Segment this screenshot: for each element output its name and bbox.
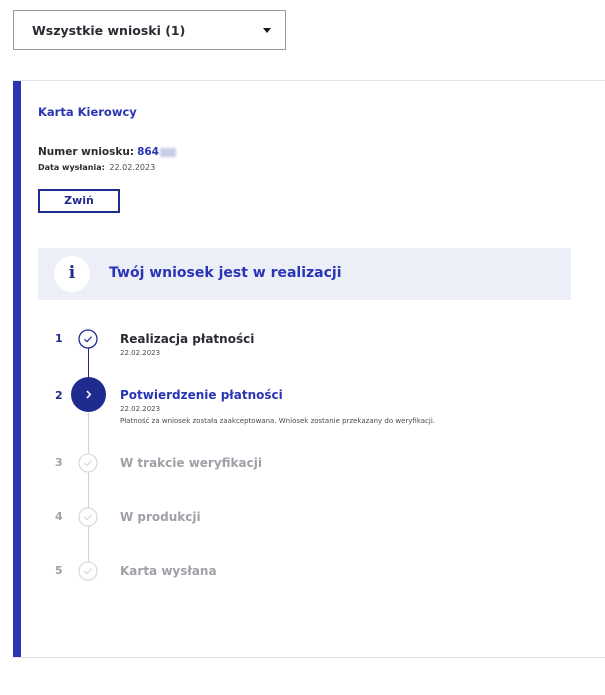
step-title: Potwierdzenie płatności (120, 388, 283, 402)
step-title: Realizacja płatności (120, 332, 255, 346)
sent-date-value: 22.02.2023 (109, 163, 156, 172)
step-number: 3 (55, 456, 63, 469)
check-icon (78, 453, 98, 473)
divider (13, 657, 605, 658)
collapse-button[interactable]: Zwiń (38, 189, 120, 213)
check-icon (78, 329, 98, 349)
check-icon (78, 507, 98, 527)
step-date: 22.02.2023 (120, 405, 161, 413)
step-number: 1 (55, 332, 63, 345)
status-banner: i Twój wniosek jest w realizacji (38, 248, 571, 300)
application-number-label: Numer wniosku: (38, 146, 135, 158)
status-banner-text: Twój wniosek jest w realizacji (109, 265, 342, 281)
application-number-row: Numer wniosku: 864 (38, 146, 176, 158)
step-number: 2 (55, 389, 63, 402)
sent-date-label: Data wysłania: (38, 163, 105, 172)
step-connector (88, 526, 89, 562)
application-card: Karta Kierowcy Numer wniosku: 864 Data wy… (13, 81, 605, 657)
step-connector (88, 472, 89, 508)
caret-down-icon (263, 28, 271, 33)
step-description: Płatność za wniosek została zaakceptowan… (120, 417, 436, 425)
info-icon: i (54, 256, 90, 292)
redacted-number (159, 147, 176, 157)
step-title: W trakcie weryfikacji (120, 456, 262, 470)
application-number-value: 864 (137, 146, 159, 158)
info-icon-glyph: i (68, 263, 76, 283)
step-number: 5 (55, 564, 63, 577)
step-title: Karta wysłana (120, 564, 217, 578)
card-title: Karta Kierowcy (38, 105, 137, 119)
applications-filter-select[interactable]: Wszystkie wnioski (1) (13, 10, 286, 50)
step-title: W produkcji (120, 510, 201, 524)
step-connector (88, 413, 89, 453)
step-date: 22.02.2023 (120, 349, 161, 357)
sent-date-row: Data wysłania: 22.02.2023 (38, 163, 155, 172)
chevron-right-icon (71, 377, 106, 412)
filter-select-label: Wszystkie wnioski (1) (32, 23, 186, 38)
check-icon (78, 561, 98, 581)
step-number: 4 (55, 510, 63, 523)
